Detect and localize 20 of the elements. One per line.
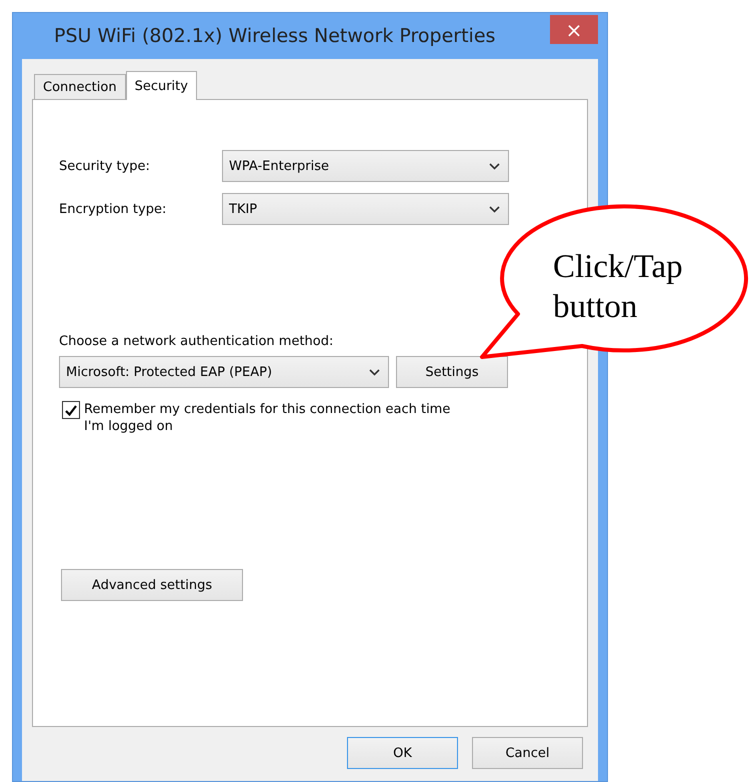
- field-label: Choose a network authentication method:: [59, 334, 334, 349]
- field-label: Encryption type:: [59, 202, 168, 216]
- chevron-down-icon: [369, 368, 380, 376]
- callout-text: Click/Tap button: [553, 248, 684, 327]
- advanced-settings-button[interactable]: Advanced settings: [61, 569, 243, 601]
- checkbox-label: Remember my credentials for this connection each time I'm logged on: [84, 401, 452, 435]
- dialog-button[interactable]: OK: [347, 737, 458, 769]
- close-button[interactable]: ×: [550, 15, 598, 44]
- dropdown[interactable]: Microsoft: Protected EAP (PEAP): [59, 356, 389, 388]
- settings-button[interactable]: Settings: [396, 356, 508, 388]
- checkbox[interactable]: [62, 401, 80, 419]
- field-label: Security type:: [59, 158, 151, 174]
- chevron-down-icon: [489, 206, 500, 212]
- dropdown[interactable]: TKIP: [222, 193, 509, 225]
- chevron-down-icon: [489, 162, 500, 170]
- window-title: PSU WiFi (802.1x) Wireless Network Properties: [54, 25, 496, 47]
- tab[interactable]: Connection: [34, 74, 126, 99]
- tab[interactable]: Security: [126, 71, 197, 100]
- dropdown[interactable]: WPA-Enterprise: [222, 150, 509, 182]
- dialog-button[interactable]: Cancel: [472, 737, 583, 769]
